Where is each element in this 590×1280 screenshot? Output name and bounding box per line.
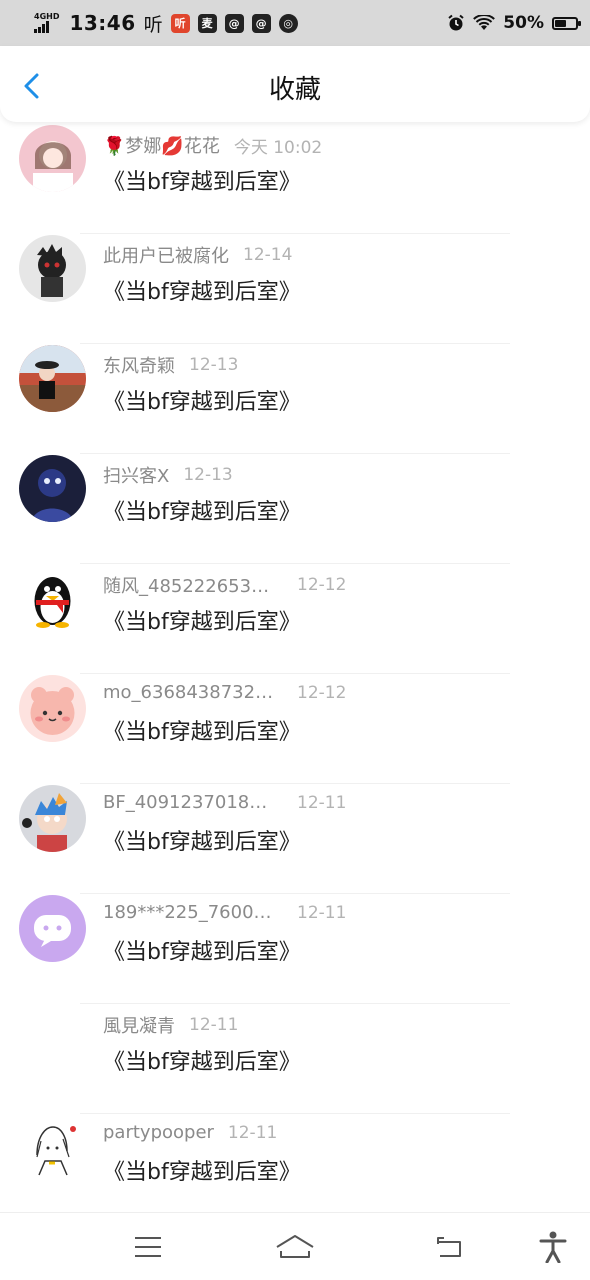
notification-app-icon: 听	[143, 13, 163, 36]
favorite-title: 《当bf穿越到后室》	[103, 280, 301, 305]
list-item[interactable]: 随风_485222653… 12-12 《当bf穿越到后室》	[0, 564, 590, 674]
avatar[interactable]	[19, 1005, 86, 1072]
user-name: 此用户已被腐化	[103, 246, 229, 267]
status-bar: 4GHD 13:46 听 听 麦 @ @ ◎ 50%	[0, 0, 590, 46]
list-item[interactable]: mo_6368438732… 12-12 《当bf穿越到后室》	[0, 674, 590, 784]
user-name: mo_6368438732…	[103, 682, 274, 703]
system-nav-bar	[0, 1212, 590, 1280]
menu-icon	[135, 1237, 161, 1257]
accessibility-icon	[539, 1231, 567, 1263]
user-name: 随风_485222653…	[103, 576, 270, 597]
clock: 13:46	[69, 11, 136, 35]
page-title: 收藏	[268, 75, 321, 105]
avatar[interactable]	[19, 565, 86, 632]
battery-percent: 50%	[503, 13, 544, 33]
wifi-icon	[473, 15, 496, 30]
timestamp: 12-11	[297, 902, 347, 923]
list-item[interactable]: 189***225_7600… 12-11 《当bf穿越到后室》	[0, 894, 590, 1004]
alarm-icon	[448, 14, 464, 31]
notification-app-icon: ◎	[278, 13, 298, 33]
timestamp: 12-11	[189, 1015, 239, 1035]
favorite-title: 《当bf穿越到后室》	[103, 720, 301, 745]
timestamp: 12-11	[297, 792, 347, 813]
user-name: 風見凝青	[103, 1016, 175, 1037]
home-icon	[276, 1235, 314, 1258]
timestamp: 12-13	[189, 355, 239, 375]
network-type: 4GHD	[34, 12, 60, 21]
avatar[interactable]	[19, 345, 86, 412]
favorite-title: 《当bf穿越到后室》	[103, 170, 301, 195]
timestamp: 12-12	[297, 575, 347, 595]
avatar[interactable]	[19, 1115, 86, 1182]
favorite-title: 《当bf穿越到后室》	[103, 940, 301, 965]
favorite-title: 《当bf穿越到后室》	[103, 1050, 301, 1075]
list-item[interactable]: 东风奇颖 12-13 《当bf穿越到后室》	[0, 344, 590, 454]
timestamp: 12-12	[297, 682, 347, 703]
back-nav-icon	[437, 1237, 461, 1257]
list-item[interactable]: partypooper 12-11 《当bf穿越到后室》	[0, 1114, 590, 1224]
notification-app-icon: @	[224, 13, 244, 33]
favorite-title: 《当bf穿越到后室》	[103, 1160, 301, 1185]
app-header: 收藏	[0, 46, 590, 122]
avatar[interactable]	[19, 125, 86, 192]
list-item[interactable]: BF_4091237018… 12-11 《当bf穿越到后室》	[0, 784, 590, 894]
user-name: BF_4091237018…	[103, 792, 268, 813]
notification-app-icon: @	[251, 13, 271, 33]
timestamp: 今天 10:02	[233, 137, 323, 158]
home-button[interactable]	[275, 1231, 315, 1263]
avatar[interactable]	[19, 455, 86, 522]
user-name: partypooper	[103, 1122, 214, 1143]
avatar[interactable]	[19, 235, 86, 302]
list-item[interactable]: 風見凝青 12-11 《当bf穿越到后室》	[0, 1004, 590, 1114]
favorite-title: 《当bf穿越到后室》	[103, 610, 301, 635]
user-name: 扫兴客X	[103, 466, 170, 487]
favorite-title: 《当bf穿越到后室》	[103, 500, 301, 525]
qq-penguin-icon	[34, 577, 71, 628]
favorites-list: 🌹梦娜💋花花 今天 10:02 《当bf穿越到后室》 此用户已被腐化 12-14 《…	[0, 124, 590, 1224]
timestamp: 12-14	[243, 245, 293, 265]
favorite-title: 《当bf穿越到后室》	[103, 830, 301, 855]
user-name: 🌹梦娜💋花花	[103, 136, 220, 157]
back-button[interactable]	[430, 1231, 470, 1263]
chat-bubble-icon	[34, 915, 71, 947]
favorite-title: 《当bf穿越到后室》	[103, 390, 301, 415]
menu-button[interactable]	[128, 1231, 168, 1263]
user-name: 东风奇颖	[103, 356, 175, 377]
avatar[interactable]	[19, 785, 86, 852]
signal-icon	[34, 21, 59, 33]
list-item[interactable]: 🌹梦娜💋花花 今天 10:02 《当bf穿越到后室》	[0, 124, 590, 234]
list-item[interactable]: 此用户已被腐化 12-14 《当bf穿越到后室》	[0, 234, 590, 344]
list-item[interactable]: 扫兴客X 12-13 《当bf穿越到后室》	[0, 454, 590, 564]
avatar[interactable]	[19, 895, 86, 962]
notification-app-icon: 听	[170, 13, 190, 33]
battery-icon	[552, 16, 581, 30]
user-name: 189***225_7600…	[103, 902, 272, 923]
avatar[interactable]	[19, 675, 86, 742]
accessibility-button[interactable]	[533, 1231, 573, 1263]
network-indicator: 4GHD	[34, 13, 59, 33]
notification-app-icon: 麦	[197, 13, 217, 33]
timestamp: 12-11	[227, 1122, 278, 1143]
timestamp: 12-13	[183, 465, 233, 485]
